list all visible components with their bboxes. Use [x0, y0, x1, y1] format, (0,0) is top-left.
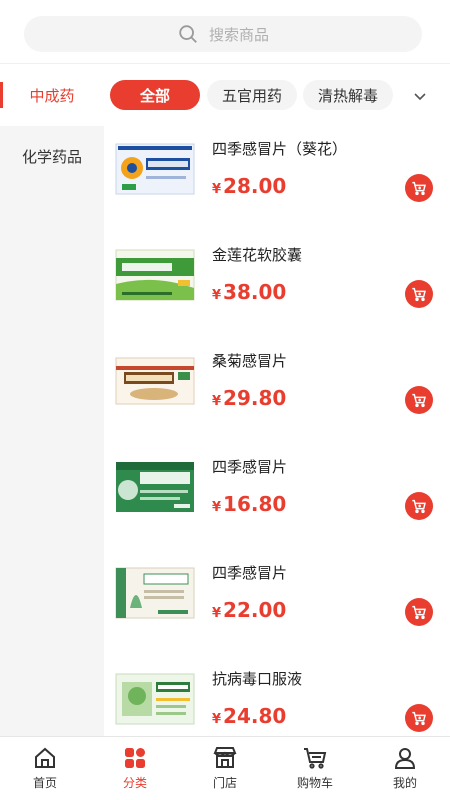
- tab-label: 分类: [122, 776, 147, 790]
- add-to-cart-button[interactable]: [405, 386, 433, 414]
- category-icon: [125, 748, 145, 768]
- product-price: ¥28.00: [212, 174, 287, 198]
- tab-category[interactable]: 分类: [90, 737, 180, 800]
- tab-label: 我的: [392, 776, 417, 790]
- product-image: [114, 138, 196, 200]
- cart-icon: [412, 499, 426, 514]
- chip-heat[interactable]: 清热解毒: [303, 80, 393, 110]
- product-list: 四季感冒片（葵花） ¥28.00 金莲花软胶囊 ¥38.00 桑菊感冒片 ¥ 2…: [104, 126, 450, 736]
- tab-cart[interactable]: 购物车: [270, 737, 360, 800]
- chip-all[interactable]: 全部: [110, 80, 200, 110]
- category-sidebar: 化学药品: [0, 126, 104, 736]
- cart-icon: [304, 748, 327, 769]
- store-icon: [213, 747, 237, 768]
- search-input[interactable]: 搜索商品: [24, 16, 422, 52]
- add-to-cart-button[interactable]: [405, 598, 433, 626]
- search-placeholder: 搜索商品: [208, 25, 269, 44]
- tab-store[interactable]: 门店: [180, 737, 270, 800]
- tab-label: 门店: [212, 776, 237, 790]
- product-name: 四季感冒片: [212, 564, 288, 582]
- add-to-cart-button[interactable]: [405, 174, 433, 202]
- product-name: 四季感冒片（葵花）: [212, 140, 348, 158]
- filter-bar: 中成药 全部 五官用药 清热解毒: [0, 64, 450, 126]
- product-price: ¥22.00: [212, 598, 287, 622]
- product-price: ¥29.80: [212, 386, 287, 410]
- cart-icon: [412, 605, 426, 620]
- product-name: 抗病毒口服液: [212, 670, 303, 688]
- search-icon: [179, 25, 197, 43]
- tab-label: 首页: [32, 776, 57, 790]
- bottom-tab-bar: 首页 分类 门店 购物车 我的: [0, 736, 450, 800]
- chip-ent[interactable]: 五官用药: [207, 80, 297, 110]
- product-image: [114, 456, 196, 518]
- tab-profile[interactable]: 我的: [360, 737, 450, 800]
- search-bar: 搜索商品: [0, 0, 450, 64]
- product-card[interactable]: 抗病毒口服液 ¥24.80: [104, 656, 450, 736]
- product-card[interactable]: 四季感冒片 ¥16.80: [104, 444, 450, 550]
- product-name: 桑菊感冒片: [212, 352, 288, 370]
- tab-home[interactable]: 首页: [0, 737, 90, 800]
- product-card[interactable]: 四季感冒片（葵花） ¥28.00: [104, 126, 450, 232]
- sidebar-item-chemical-drugs[interactable]: 化学药品: [0, 146, 104, 167]
- cart-icon: [412, 393, 426, 408]
- product-image: [114, 668, 196, 730]
- add-to-cart-button[interactable]: [405, 492, 433, 520]
- product-image: [114, 244, 196, 306]
- add-to-cart-button[interactable]: [405, 280, 433, 308]
- product-card[interactable]: 桑菊感冒片 ¥29.80: [104, 338, 450, 444]
- home-icon: [35, 747, 55, 768]
- category-item-active[interactable]: 中成药: [0, 80, 104, 110]
- product-name: 金莲花软胶囊: [212, 246, 303, 264]
- product-image: [114, 350, 196, 412]
- cart-icon: [412, 287, 426, 302]
- product-name: 四季感冒片: [212, 458, 288, 476]
- product-card[interactable]: 金莲花软胶囊 ¥38.00: [104, 232, 450, 338]
- tab-label: 购物车: [296, 776, 333, 790]
- cart-icon: [412, 711, 426, 726]
- product-price: ¥16.80: [212, 492, 287, 516]
- chevron-down-icon[interactable]: [410, 86, 430, 106]
- product-card[interactable]: 四季感冒片 ¥22.00: [104, 550, 450, 656]
- product-image: [114, 562, 196, 624]
- product-price: ¥38.00: [212, 280, 287, 304]
- cart-icon: [412, 181, 426, 196]
- product-price: ¥24.80: [212, 704, 287, 728]
- user-icon: [394, 748, 416, 769]
- add-to-cart-button[interactable]: [405, 704, 433, 732]
